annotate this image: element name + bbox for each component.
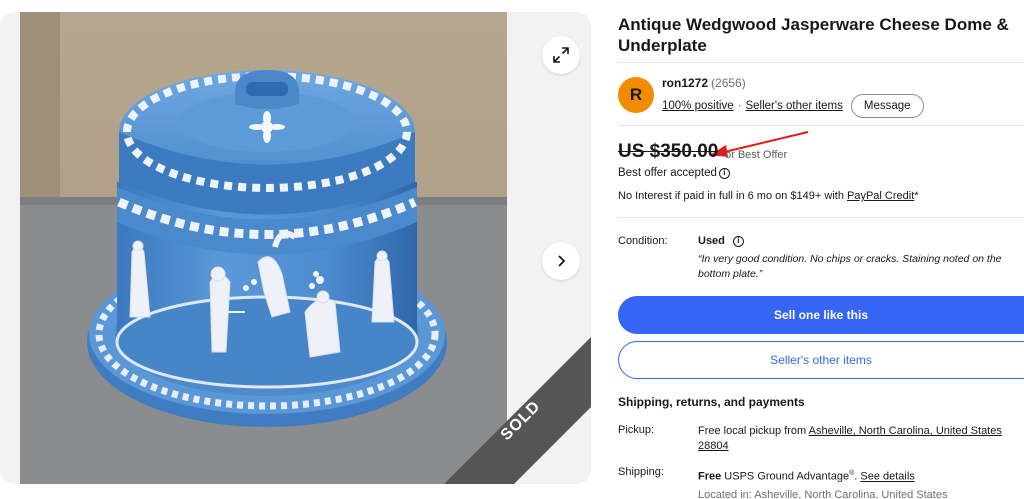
- message-button[interactable]: Message: [850, 94, 924, 118]
- divider: [618, 125, 1024, 126]
- divider: [618, 217, 1024, 218]
- pickup-location-link[interactable]: Asheville, North Carolina, United States: [809, 425, 1002, 437]
- condition-value: Used i: [698, 235, 744, 247]
- pickup-label: Pickup:: [618, 424, 655, 436]
- paypal-credit-link[interactable]: PayPal Credit: [847, 190, 914, 202]
- shipping-heading: Shipping, returns, and payments: [618, 395, 805, 409]
- positive-feedback-link[interactable]: 100% positive: [662, 100, 734, 112]
- seller-card: R ron1272 (2656) 100% positive · Seller's…: [618, 74, 1024, 118]
- separator: ·: [737, 100, 742, 112]
- price: US $350.00: [618, 141, 719, 162]
- cheese-dome-photo[interactable]: [20, 12, 507, 484]
- seller-username[interactable]: ron1272: [662, 76, 708, 90]
- sell-one-like-this-button[interactable]: Sell one like this: [618, 296, 1024, 334]
- pickup-zip-link[interactable]: 28804: [698, 440, 729, 452]
- financing-text: No Interest if paid in full in 6 mo on $…: [618, 190, 847, 202]
- feedback-count: (2656): [711, 76, 746, 90]
- shipping-free: Free: [698, 470, 722, 483]
- pickup-value: Free local pickup from Asheville, North …: [698, 424, 1024, 454]
- financing-asterisk: *: [914, 190, 919, 202]
- located-in: Located in: Asheville, North Carolina, U…: [698, 489, 948, 499]
- shipping-value: Free USPS Ground Advantage®. See details: [698, 466, 915, 485]
- image-gallery: SOLD: [0, 12, 591, 484]
- divider: [618, 62, 1024, 63]
- listing-title: Antique Wedgwood Jasperware Cheese Dome …: [618, 15, 1009, 55]
- expand-button[interactable]: [542, 36, 580, 74]
- condition-text: Used: [698, 235, 725, 247]
- shipping-service: USPS Ground Advantage: [721, 470, 850, 483]
- seller-name: ron1272 (2656): [662, 76, 746, 90]
- condition-label: Condition:: [618, 235, 668, 247]
- shipping-label: Shipping:: [618, 466, 664, 478]
- pickup-prefix: Free local pickup from: [698, 425, 809, 437]
- best-offer-accepted-text: Best offer accepted: [618, 167, 717, 179]
- best-offer-accepted: Best offer accepted i: [618, 167, 730, 179]
- expand-arrows-icon: [553, 47, 569, 63]
- or-best-offer: or Best Offer: [725, 149, 788, 161]
- financing-note: No Interest if paid in full in 6 mo on $…: [618, 190, 919, 202]
- avatar[interactable]: R: [618, 77, 654, 113]
- chevron-right-icon: [558, 255, 566, 267]
- seller-other-items-link[interactable]: Seller's other items: [745, 100, 842, 112]
- condition-description: “In very good condition. No chips or cra…: [698, 253, 1002, 280]
- see-details-link[interactable]: See details: [860, 471, 914, 483]
- info-icon[interactable]: i: [732, 235, 744, 247]
- info-icon[interactable]: i: [718, 167, 730, 179]
- listing-details: Antique Wedgwood Jasperware Cheese Dome …: [618, 0, 1024, 499]
- sellers-other-items-button[interactable]: Seller's other items: [618, 341, 1024, 379]
- seller-links: 100% positive · Seller's other items Mes…: [662, 94, 924, 118]
- next-image-button[interactable]: [542, 242, 580, 280]
